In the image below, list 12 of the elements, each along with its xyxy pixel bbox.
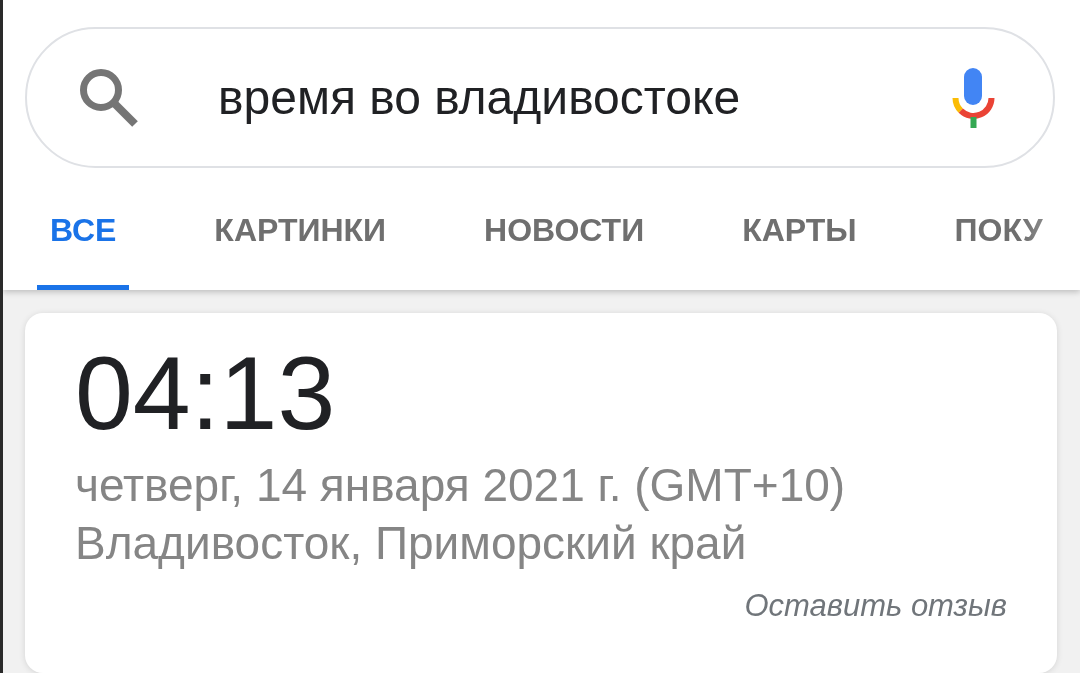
search-tab[interactable]: КАРТЫ — [729, 180, 870, 290]
search-tab[interactable]: НОВОСТИ — [471, 180, 658, 290]
current-time: 04:13 — [75, 341, 336, 445]
search-query-text: время во владивостоке — [218, 70, 741, 125]
location-text: Владивосток, Приморский край — [75, 516, 747, 571]
search-tab[interactable]: КАРТИНКИ — [201, 180, 400, 290]
search-tab[interactable]: ПОКУ — [941, 180, 1056, 290]
feedback-link[interactable]: Оставить отзыв — [744, 588, 1007, 624]
search-field[interactable]: время во владивостоке — [25, 27, 1055, 168]
microphone-icon[interactable] — [952, 67, 995, 128]
search-icon[interactable] — [80, 68, 138, 127]
date-text: четверг, 14 января 2021 г. (GMT+10) — [75, 458, 846, 513]
